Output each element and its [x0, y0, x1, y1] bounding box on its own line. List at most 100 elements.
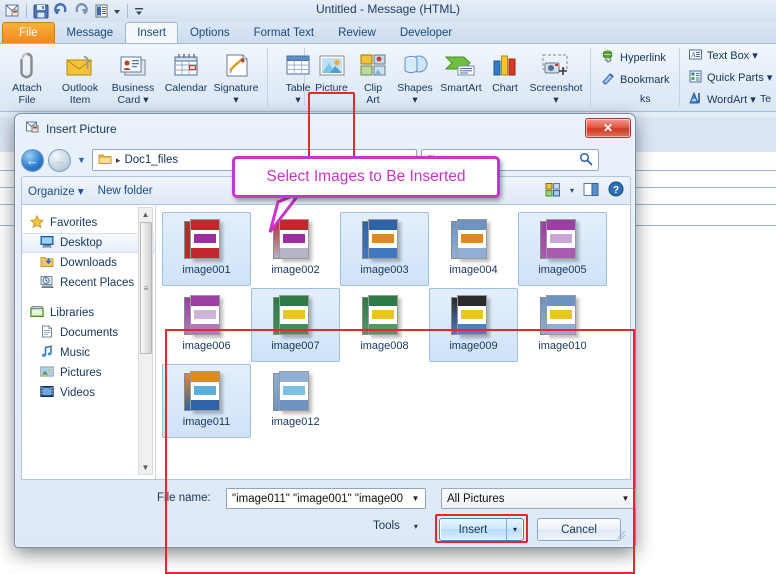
- smartart-button[interactable]: SmartArt: [437, 46, 485, 108]
- file-tile[interactable]: image001: [162, 212, 251, 286]
- dialog-form-area: File name: "image011" "image001" "image0…: [21, 486, 631, 544]
- navigation-pane-scrollbar[interactable]: ▲ ≡ ▼: [138, 207, 153, 475]
- wordart-button[interactable]: WordArt ▾: [685, 90, 759, 109]
- tab-format-text[interactable]: Format Text: [242, 22, 327, 43]
- file-name-label: File name:: [157, 492, 211, 504]
- tab-developer[interactable]: Developer: [388, 22, 464, 43]
- file-type-chevron-down-icon[interactable]: ▼: [617, 490, 634, 507]
- hyperlink-button[interactable]: Hyperlink: [598, 48, 669, 67]
- text-group-label: Te: [760, 93, 771, 105]
- tab-review[interactable]: Review: [326, 22, 388, 43]
- tools-button[interactable]: Tools ▾: [373, 520, 418, 532]
- cancel-button[interactable]: Cancel: [537, 518, 621, 541]
- scroll-up-arrow-icon[interactable]: ▲: [142, 208, 150, 221]
- file-tile[interactable]: image009: [429, 288, 518, 362]
- tab-insert[interactable]: Insert: [125, 22, 178, 43]
- documents-icon: [40, 325, 54, 341]
- close-button[interactable]: ✕: [585, 118, 631, 138]
- videos-icon: [40, 385, 54, 401]
- views-icon[interactable]: [545, 182, 561, 200]
- resize-grip-icon[interactable]: [615, 529, 627, 541]
- file-type-filter-select[interactable]: All Pictures ▼: [441, 488, 636, 509]
- file-tile[interactable]: image007: [251, 288, 340, 362]
- sidebar-item-recent-places[interactable]: Recent Places: [22, 273, 155, 293]
- quick-access-toolbar: [0, 0, 776, 22]
- file-tile[interactable]: image004: [429, 212, 518, 286]
- scroll-down-arrow-icon[interactable]: ▼: [142, 461, 150, 474]
- recent-locations-chevron-icon[interactable]: ▼: [75, 155, 88, 165]
- nav-label-pictures: Pictures: [60, 367, 102, 379]
- file-tile[interactable]: image006: [162, 288, 251, 362]
- tab-file[interactable]: File: [2, 22, 55, 43]
- message-icon[interactable]: [3, 2, 21, 20]
- chart-button[interactable]: Chart: [485, 46, 525, 108]
- screenshot-button[interactable]: Screenshot ▾: [525, 46, 587, 108]
- print-preview-icon[interactable]: [92, 2, 110, 20]
- breadcrumb-folder[interactable]: Doc1_files: [124, 154, 178, 166]
- attach-file-button[interactable]: Attach File: [1, 46, 53, 108]
- save-icon[interactable]: [32, 2, 50, 20]
- back-button[interactable]: ←: [21, 149, 44, 172]
- search-icon[interactable]: [579, 152, 593, 169]
- calendar-button[interactable]: Calendar: [160, 46, 212, 108]
- picture-button-highlight: [308, 92, 355, 158]
- bookmark-button[interactable]: Bookmark: [598, 70, 673, 89]
- tab-message[interactable]: Message: [55, 22, 126, 43]
- music-icon: [40, 345, 54, 361]
- file-tile[interactable]: image012: [251, 364, 340, 438]
- file-tile[interactable]: image005: [518, 212, 607, 286]
- file-thumbnail-icon: [540, 216, 586, 262]
- signature-button[interactable]: Signature ▾: [207, 46, 265, 108]
- insert-chevron-down-icon[interactable]: ▾: [506, 519, 523, 540]
- forward-button[interactable]: →: [48, 149, 71, 172]
- file-name-input[interactable]: "image011" "image001" "image00 ▼: [226, 488, 426, 509]
- help-icon[interactable]: ?: [608, 181, 624, 200]
- file-tile[interactable]: image010: [518, 288, 607, 362]
- insert-button[interactable]: Insert ▾: [439, 518, 524, 541]
- smartart-icon: [437, 49, 485, 83]
- sidebar-item-videos[interactable]: Videos: [22, 383, 155, 403]
- undo-icon[interactable]: [52, 2, 70, 20]
- preview-pane-icon[interactable]: [583, 182, 599, 200]
- redo-icon[interactable]: [72, 2, 90, 20]
- qat-dropdown-arrow-icon[interactable]: [112, 2, 122, 20]
- shapes-button[interactable]: Shapes ▾: [393, 46, 437, 108]
- file-tile-label: image008: [360, 340, 408, 352]
- sidebar-item-pictures[interactable]: Pictures: [22, 363, 155, 383]
- business-card-button[interactable]: Business Card ▾: [107, 46, 159, 108]
- file-thumbnail-icon: [273, 368, 319, 414]
- nav-group-favorites[interactable]: Favorites: [22, 213, 155, 233]
- file-list-pane[interactable]: image001image002image003image004image005…: [156, 205, 630, 479]
- scrollbar-thumb[interactable]: ≡: [140, 222, 152, 354]
- clip-art-button[interactable]: Clip Art: [355, 46, 391, 108]
- sidebar-item-documents[interactable]: Documents: [22, 323, 155, 343]
- new-folder-button[interactable]: New folder: [98, 185, 153, 197]
- star-icon: [30, 215, 44, 232]
- customize-qat-icon[interactable]: [133, 2, 145, 20]
- file-tile[interactable]: image003: [340, 212, 429, 286]
- file-tile[interactable]: image011: [162, 364, 251, 438]
- text-box-button[interactable]: A Text Box ▾: [685, 46, 761, 65]
- outlook-item-button[interactable]: Outlook Item: [54, 46, 106, 108]
- file-tile[interactable]: image008: [340, 288, 429, 362]
- views-chevron-down-icon[interactable]: ▾: [570, 186, 574, 195]
- sidebar-item-desktop[interactable]: Desktop: [22, 233, 155, 253]
- sidebar-item-music[interactable]: Music: [22, 343, 155, 363]
- organize-button[interactable]: Organize ▾: [28, 184, 84, 198]
- sidebar-item-downloads[interactable]: Downloads: [22, 253, 155, 273]
- tab-options[interactable]: Options: [178, 22, 242, 43]
- nav-label-downloads: Downloads: [60, 257, 117, 269]
- nav-group-libraries[interactable]: Libraries: [22, 303, 155, 323]
- file-name-chevron-down-icon[interactable]: ▼: [407, 490, 424, 507]
- downloads-icon: [40, 255, 54, 271]
- file-tile-label: image007: [271, 340, 319, 352]
- file-tile-label: image001: [182, 264, 230, 276]
- wordart-label: WordArt ▾: [707, 93, 756, 106]
- tools-chevron-down-icon[interactable]: ▾: [414, 522, 418, 531]
- nav-label-libraries: Libraries: [50, 307, 94, 319]
- wordart-icon: [688, 91, 703, 109]
- breadcrumb-separator[interactable]: ▸: [116, 155, 121, 166]
- attach-file-label-1: Attach: [1, 83, 53, 95]
- quick-parts-button[interactable]: Quick Parts ▾: [685, 68, 775, 87]
- cancel-label: Cancel: [561, 524, 597, 536]
